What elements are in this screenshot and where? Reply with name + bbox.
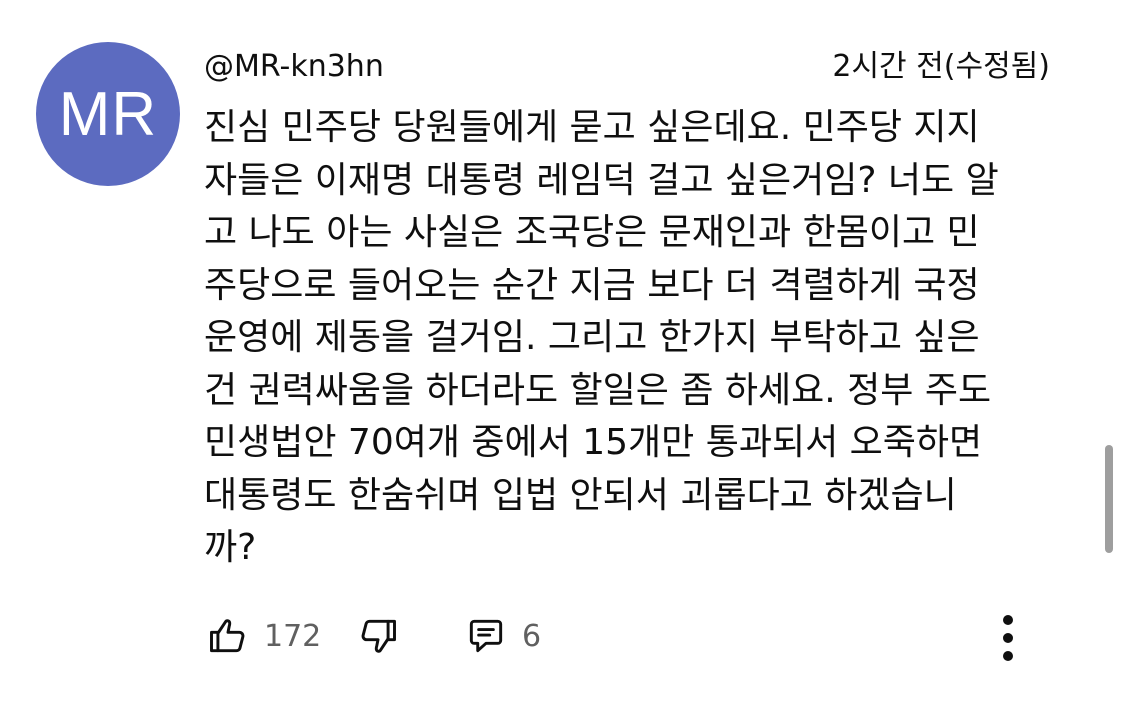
comment-icon: [469, 619, 503, 653]
comment-text-line: 고 나도 아는 사실은 조국당은 문재인과 한몸이고 민: [204, 212, 980, 253]
thumbs-down-icon: [361, 619, 396, 653]
comment-text-line: 대통령도 한숨쉬며 입법 안되서 괴롭다고 하겠습니: [204, 474, 957, 516]
comment-author[interactable]: @MR-kn3hn: [204, 44, 384, 90]
like-count: 172: [264, 618, 322, 654]
avatar[interactable]: MR: [36, 42, 180, 186]
comment-text-line: 주당으로 들어오는 순간 지금 보다 더 격렬하게 국정: [204, 264, 980, 306]
comment-text-line: 건 권력싸움을 하더라도 할일은 좀 하세요. 정부 주도: [204, 369, 992, 411]
reply-count: 6: [522, 618, 542, 654]
thumbs-up-icon: [210, 619, 245, 653]
more-vertical-icon[interactable]: [996, 612, 1020, 664]
dislike-button[interactable]: [356, 612, 400, 660]
like-button[interactable]: 172: [206, 612, 321, 660]
comment-text-line: 민생법안 70여개 중에서 15개만 통과되서 오죽하면: [204, 422, 983, 463]
comment-text: 진심 민주당 당원들에게 묻고 싶은데요. 민주당 지지 자들은 이재명 대통령…: [204, 102, 1074, 575]
reply-button[interactable]: 6: [464, 612, 541, 660]
comment-text-line: 운영에 제동을 걸거임. 그리고 한가지 부탁하고 싶은: [204, 317, 980, 358]
comment-text-line: 진심 민주당 당원들에게 묻고 싶은데요. 민주당 지지: [204, 107, 980, 148]
avatar-initials: MR: [58, 79, 158, 149]
comment-text-line: 자들은 이재명 대통령 레임덕 걸고 싶은거임? 너도 알: [204, 159, 999, 201]
scrollbar[interactable]: [1105, 445, 1113, 553]
comment-item: MR @MR-kn3hn 2시간 전(수정됨) 진심 민주당 당원들에게 묻고 …: [0, 0, 1124, 718]
comment-text-line: 까?: [204, 527, 257, 568]
comment-timestamp: 2시간 전(수정됨): [832, 49, 1050, 84]
comment-actions: 172 6: [206, 612, 1046, 661]
